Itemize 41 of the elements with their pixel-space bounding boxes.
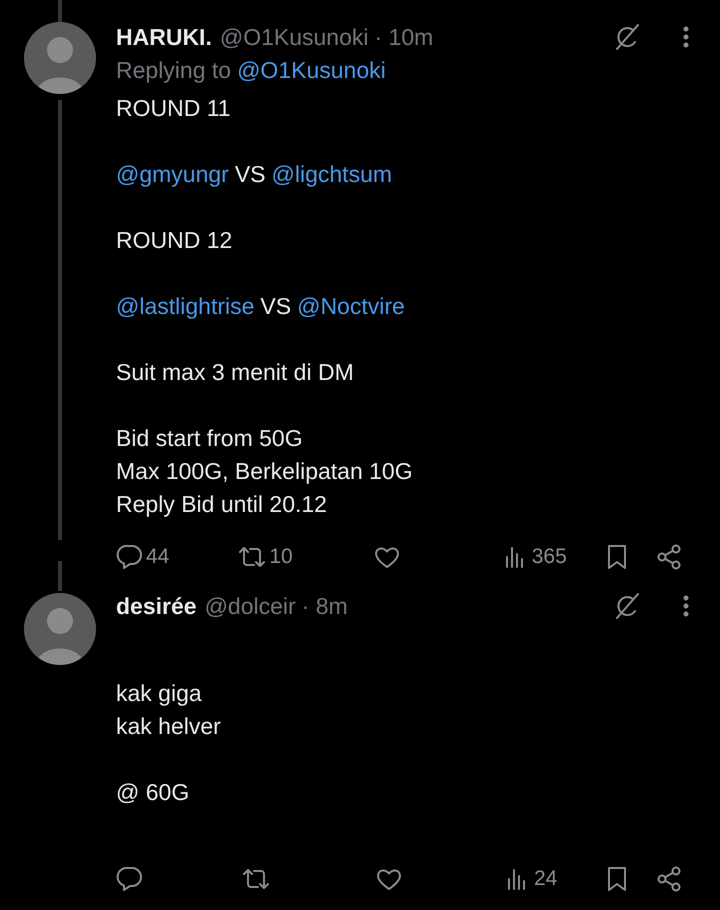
reply-button[interactable] [116,865,144,893]
tweet-text: @ 60G [116,778,190,807]
repost-icon [237,544,268,570]
bookmark-icon[interactable] [606,543,628,571]
tweet-text: Max 100G, Berkelipatan 10G [116,457,413,486]
tweet-text: ROUND 12 [116,226,232,255]
bar-chart-icon [504,545,526,569]
mention-link[interactable]: @gmyungr [116,158,229,191]
repost-button[interactable] [241,866,271,892]
bookmark-icon[interactable] [606,865,628,893]
tweet-text: kak giga [116,679,202,708]
bar-chart-icon [506,867,528,891]
timestamp[interactable]: · 8m [302,588,348,624]
speech-bubble-icon [116,865,144,893]
share-icon[interactable] [656,866,682,892]
share-icon[interactable] [656,544,682,570]
tweet-text: kak helver [116,712,221,741]
mention-link[interactable]: @ligchtsum [272,158,392,191]
mention-link[interactable]: @O1Kusunoki [237,52,386,88]
author-handle[interactable]: @O1Kusunoki [220,20,368,54]
repost-button[interactable]: 10 [237,541,293,573]
author-name[interactable]: desirée [116,588,197,624]
speech-bubble-icon [116,543,144,571]
tweet-text: Reply Bid until 20.12 [116,490,327,519]
repost-icon [241,866,271,892]
author-handle[interactable]: @dolceir [204,588,296,624]
timestamp[interactable]: · 10m [374,20,434,54]
views-button[interactable]: 24 [506,863,558,895]
tweet-text: VS [234,160,266,189]
tweet-text: ROUND 11 [116,94,231,123]
views-button[interactable]: 365 [504,541,567,573]
more-icon[interactable] [682,594,690,618]
reply-context: Replying to [116,56,232,85]
author-name[interactable]: HARUKI. [116,20,212,54]
more-icon[interactable] [682,25,690,49]
mention-link[interactable]: @lastlightrise [116,290,254,323]
tweet-text: VS [260,292,292,321]
tweet-text: Bid start from 50G [116,424,303,453]
mention-link[interactable]: @Noctvire [297,290,405,323]
reply-button[interactable]: 44 [116,541,170,573]
tweet-text: Suit max 3 menit di DM [116,358,354,387]
